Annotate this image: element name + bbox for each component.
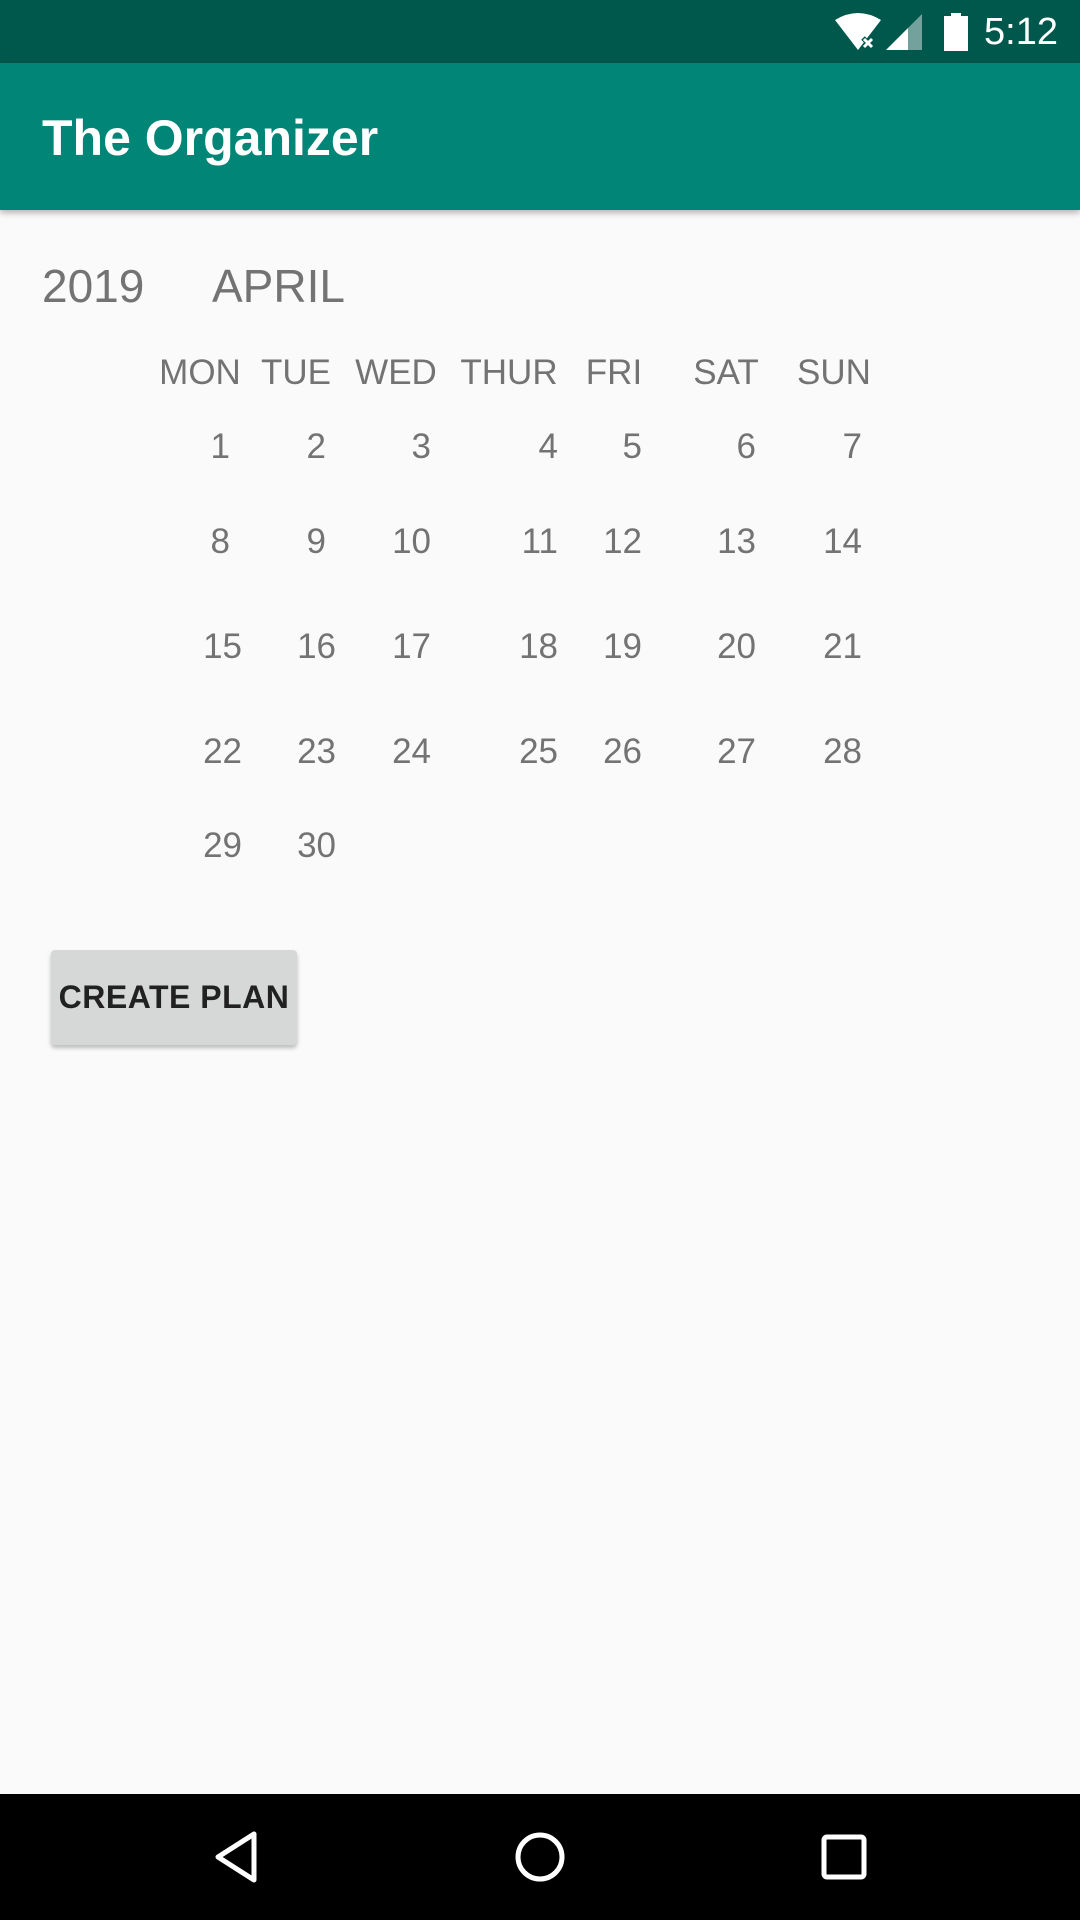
back-icon[interactable] <box>202 1822 272 1892</box>
calendar-day[interactable]: 1 <box>130 426 230 468</box>
weekday-label: MON <box>159 353 241 392</box>
calendar-month: APRIL <box>212 260 345 312</box>
weekday-label: TUE <box>261 353 331 392</box>
calendar-day[interactable]: 20 <box>656 626 756 668</box>
calendar-day[interactable]: 14 <box>762 521 862 563</box>
weekday-label: SAT <box>693 353 759 392</box>
calendar-day[interactable]: 15 <box>142 626 242 668</box>
calendar-day[interactable]: 2 <box>226 426 326 468</box>
calendar-day[interactable]: 23 <box>236 731 336 773</box>
calendar-day[interactable]: 17 <box>331 626 431 668</box>
calendar-day[interactable]: 27 <box>656 731 756 773</box>
calendar-day[interactable]: 13 <box>656 521 756 563</box>
calendar-day[interactable]: 6 <box>656 426 756 468</box>
calendar-day[interactable]: 3 <box>331 426 431 468</box>
calendar-day[interactable]: 5 <box>542 426 642 468</box>
calendar-day[interactable]: 22 <box>142 731 242 773</box>
calendar-day[interactable]: 12 <box>542 521 642 563</box>
create-plan-label: CREATE PLAN <box>58 979 290 1015</box>
calendar-day[interactable]: 16 <box>236 626 336 668</box>
calendar-day[interactable]: 21 <box>762 626 862 668</box>
calendar-year: 2019 <box>42 260 145 312</box>
status-bar: 5:12 <box>0 0 1080 63</box>
cellular-signal-icon <box>884 12 924 57</box>
weekday-label: THUR <box>460 353 558 392</box>
calendar-day[interactable]: 26 <box>542 731 642 773</box>
weekday-label: WED <box>355 353 437 392</box>
weekday-label: FRI <box>585 353 643 392</box>
calendar-day[interactable]: 29 <box>142 825 242 867</box>
wifi-icon <box>833 12 883 57</box>
navigation-bar <box>0 1794 1080 1920</box>
calendar-day[interactable]: 24 <box>331 731 431 773</box>
calendar-day[interactable]: 30 <box>236 825 336 867</box>
weekday-label: SUN <box>797 353 871 392</box>
app-bar: The Organizer <box>0 63 1080 210</box>
create-plan-button[interactable]: CREATE PLAN <box>51 950 297 1045</box>
status-time: 5:12 <box>984 11 1058 53</box>
app-title: The Organizer <box>42 110 379 166</box>
calendar-day[interactable]: 28 <box>762 731 862 773</box>
calendar-day[interactable]: 9 <box>226 521 326 563</box>
calendar-day[interactable]: 8 <box>130 521 230 563</box>
recents-icon[interactable] <box>809 1822 879 1892</box>
battery-icon <box>944 13 968 56</box>
calendar-day[interactable]: 19 <box>542 626 642 668</box>
home-icon[interactable] <box>505 1822 575 1892</box>
calendar-day[interactable]: 7 <box>762 426 862 468</box>
calendar-day[interactable]: 10 <box>331 521 431 563</box>
